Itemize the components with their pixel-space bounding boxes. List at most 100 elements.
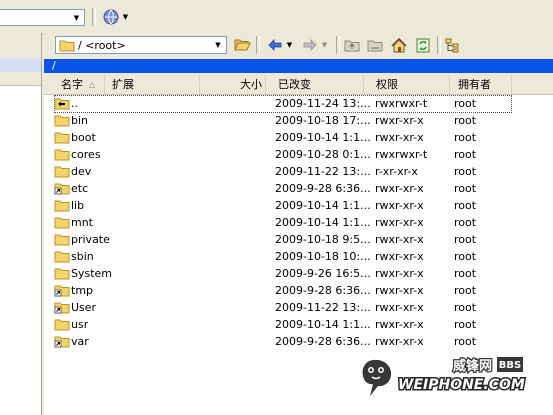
list-item[interactable]: private 2009-10-18 9:5... rwxr-xr-x root	[44, 231, 553, 248]
watermark-brand: 威锋网	[453, 358, 492, 374]
file-name: dev	[71, 165, 92, 178]
session-combo[interactable]: ▼	[0, 9, 85, 26]
file-name: private	[71, 233, 110, 246]
file-permissions: rwxrwxr-t	[375, 97, 428, 110]
root-folder-icon	[367, 40, 383, 52]
column-size[interactable]: 大小	[200, 75, 266, 94]
file-permissions: rwxrwxr-t	[375, 148, 428, 161]
sort-arrow-icon: △	[89, 80, 96, 89]
folder-icon	[54, 149, 70, 161]
list-item[interactable]: sbin 2009-10-18 10:... rwxr-xr-x root	[44, 248, 553, 265]
folder-icon	[54, 234, 70, 246]
chevron-down-icon[interactable]: ▼	[211, 38, 225, 52]
watermark-tag: BBS	[499, 360, 521, 371]
chevron-down-icon: ▼	[122, 13, 129, 21]
home-directory-button[interactable]	[389, 36, 409, 54]
list-item[interactable]: boot 2009-10-14 1:1... rwxr-xr-x root	[44, 129, 553, 146]
file-name: ..	[71, 97, 78, 110]
forward-button[interactable]: ▼	[299, 36, 331, 54]
file-name: System	[71, 267, 113, 280]
file-permissions: rwxr-xr-x	[375, 233, 424, 246]
list-item[interactable]: var 2009-9-28 6:36... rwxr-xr-x root	[44, 333, 553, 350]
weiphone-logo-icon: 威锋网 BBS WEIPHONE.COM	[362, 357, 526, 396]
file-name: bin	[71, 114, 89, 127]
file-modified: 2009-11-22 13:...	[275, 301, 371, 314]
file-owner: root	[454, 199, 477, 212]
file-owner: root	[454, 97, 477, 110]
list-item[interactable]: .. 2009-11-24 13:... rwxrwxr-t root	[44, 95, 553, 113]
tree-view-button[interactable]	[443, 36, 463, 54]
file-permissions: rwxr-xr-x	[375, 318, 424, 331]
list-item[interactable]: tmp 2009-9-28 6:36... rwxr-xr-x root	[44, 282, 553, 299]
parent-directory-button[interactable]	[342, 36, 362, 54]
column-owner[interactable]: 拥有者	[450, 75, 512, 94]
open-folder-icon	[233, 39, 251, 51]
file-modified: 2009-9-28 6:36...	[275, 335, 371, 348]
forward-arrow-icon	[303, 39, 317, 51]
column-modified[interactable]: 已改变	[266, 75, 364, 94]
file-modified: 2009-9-26 16:5...	[275, 267, 371, 280]
file-permissions: r-xr-xr-x	[375, 165, 418, 178]
local-pane	[0, 33, 42, 415]
remote-toolbar: / <root> ▼ ▼ ▼	[44, 33, 553, 57]
file-name: mnt	[71, 216, 93, 229]
file-name: var	[71, 335, 89, 348]
list-item[interactable]: usr 2009-10-14 1:1... rwxr-xr-x root	[44, 316, 553, 333]
refresh-icon	[416, 38, 430, 52]
local-column-header[interactable]	[0, 72, 41, 86]
file-name: tmp	[71, 284, 94, 297]
list-item[interactable]: bin 2009-10-18 17:... rwxr-xr-x root	[44, 112, 553, 129]
file-modified: 2009-11-24 13:...	[275, 97, 371, 110]
open-folder-button[interactable]	[232, 36, 252, 54]
file-permissions: rwxr-xr-x	[375, 301, 424, 314]
folder-icon	[54, 251, 70, 263]
chevron-down-icon[interactable]: ▼	[70, 11, 83, 24]
sync-button[interactable]: ▼	[100, 8, 130, 26]
file-modified: 2009-11-22 13:...	[275, 165, 371, 178]
file-modified: 2009-10-14 1:1...	[275, 216, 371, 229]
current-path-bar: /	[44, 59, 553, 73]
toolbar-separator	[256, 36, 260, 54]
list-item[interactable]: lib 2009-10-14 1:1... rwxr-xr-x root	[44, 197, 553, 214]
column-name[interactable]: 名字 △	[44, 75, 105, 94]
file-owner: root	[454, 250, 477, 263]
root-directory-button[interactable]	[365, 36, 385, 54]
file-modified: 2009-10-14 1:1...	[275, 199, 371, 212]
file-owner: root	[454, 114, 477, 127]
parent-folder-icon	[54, 98, 70, 110]
list-item[interactable]: mnt 2009-10-14 1:1... rwxr-xr-x root	[44, 214, 553, 231]
file-modified: 2009-10-18 10:...	[275, 250, 371, 263]
file-name: cores	[71, 148, 101, 161]
file-permissions: rwxr-xr-x	[375, 199, 424, 212]
current-path: /	[52, 59, 56, 72]
file-name: etc	[71, 182, 89, 195]
file-name: usr	[71, 318, 89, 331]
folder-icon	[54, 200, 70, 212]
list-item[interactable]: etc 2009-9-28 6:36... rwxr-xr-x root	[44, 180, 553, 197]
file-modified: 2009-10-18 9:5...	[275, 233, 371, 246]
folder-link-icon	[54, 183, 70, 195]
file-permissions: rwxr-xr-x	[375, 216, 424, 229]
list-item[interactable]: dev 2009-11-22 13:... r-xr-xr-x root	[44, 163, 553, 180]
local-file-list[interactable]	[0, 72, 41, 415]
remote-path-combo[interactable]: / <root> ▼	[55, 36, 227, 54]
chevron-down-icon: ▼	[321, 41, 328, 49]
list-item[interactable]: System 2009-9-26 16:5... rwxr-xr-x root	[44, 265, 553, 282]
back-button[interactable]: ▼	[264, 36, 296, 54]
folder-icon	[54, 166, 70, 178]
column-permissions[interactable]: 权限	[364, 75, 450, 94]
list-item[interactable]: cores 2009-10-28 0:1... rwxrwxr-t root	[44, 146, 553, 163]
file-permissions: rwxr-xr-x	[375, 114, 424, 127]
list-item[interactable]: User 2009-11-22 13:... rwxr-xr-x root	[44, 299, 553, 316]
parent-folder-icon	[344, 40, 360, 52]
toolbar-separator	[92, 8, 96, 26]
file-name: User	[71, 301, 97, 314]
column-header: 名字 △ 扩展 大小 已改变 权限 拥有者	[44, 75, 553, 95]
tree-view-icon	[445, 38, 459, 52]
file-permissions: rwxr-xr-x	[375, 335, 424, 348]
column-extension[interactable]: 扩展	[105, 75, 200, 94]
file-owner: root	[454, 301, 477, 314]
refresh-button[interactable]	[413, 36, 433, 54]
folder-icon	[59, 40, 75, 51]
top-toolbar: ▼ ▼	[0, 0, 553, 34]
